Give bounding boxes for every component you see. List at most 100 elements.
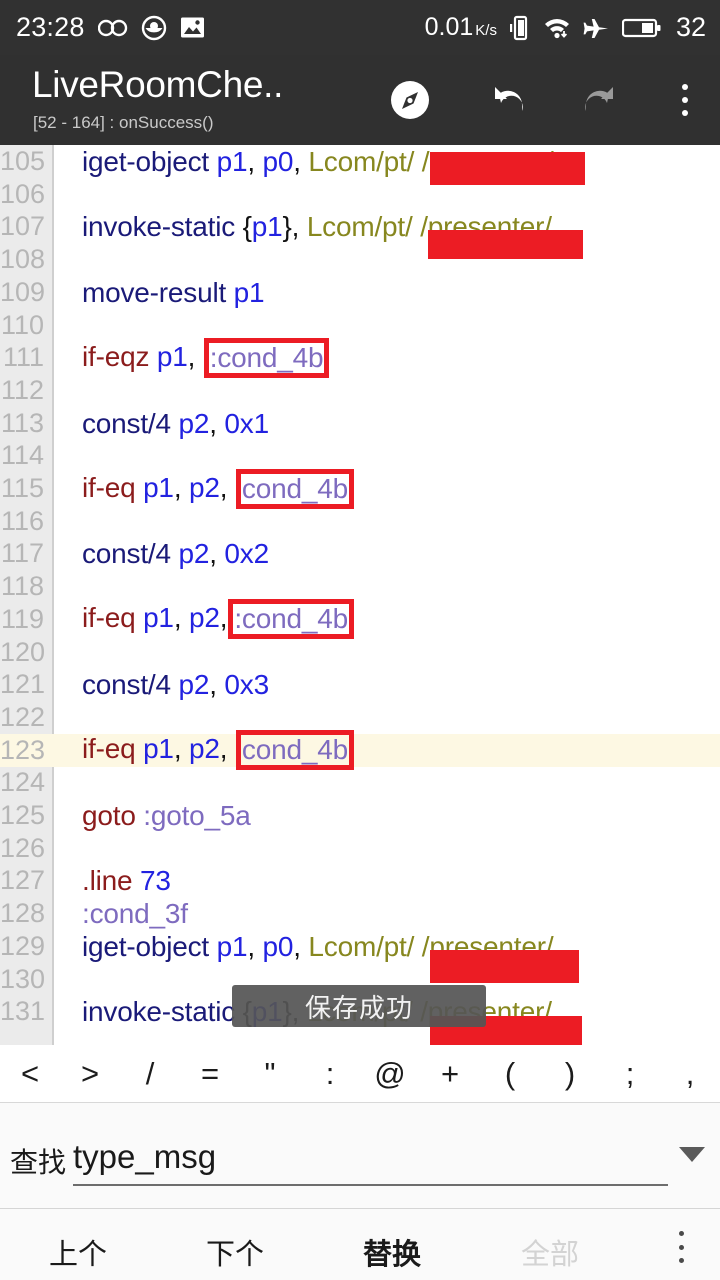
line-number: 118 xyxy=(0,571,44,602)
code-editor[interactable]: 105iget-object p1, p0, Lcom/pt/ /present… xyxy=(0,145,720,1045)
symbol-key[interactable]: / xyxy=(120,1045,180,1102)
search-input[interactable]: type_msg xyxy=(73,1134,668,1186)
code-token: iget-object xyxy=(82,930,217,962)
code-token: p0 xyxy=(262,930,294,962)
find-overflow-menu-icon[interactable] xyxy=(666,1231,696,1263)
navigate-icon[interactable] xyxy=(362,55,458,145)
code-line[interactable]: 128 :cond_3f xyxy=(0,897,720,930)
code-line[interactable]: 126 xyxy=(0,832,720,865)
symbol-key[interactable]: , xyxy=(660,1045,720,1102)
code-line[interactable]: 125 goto :goto_5a xyxy=(0,799,720,832)
code-lines[interactable]: 105iget-object p1, p0, Lcom/pt/ /present… xyxy=(0,145,720,1045)
code-token: , xyxy=(293,146,309,177)
code-token: p1 xyxy=(216,930,248,962)
find-action-bar: 上个 下个 替换 全部 xyxy=(0,1208,720,1280)
code-line[interactable]: 113 const/4 p2, 0x1 xyxy=(0,407,720,440)
find-previous-button[interactable]: 上个 xyxy=(33,1231,123,1273)
symbol-key[interactable]: " xyxy=(240,1045,300,1102)
code-token: p2 xyxy=(178,538,210,570)
code-text: :cond_3f xyxy=(82,897,188,930)
code-line[interactable]: 112 xyxy=(0,374,720,407)
symbol-key[interactable]: ; xyxy=(600,1045,660,1102)
code-token: const/4 xyxy=(82,538,179,570)
gallery-icon xyxy=(180,15,205,40)
code-token: p1 xyxy=(251,211,283,243)
symbol-key[interactable]: < xyxy=(0,1045,60,1102)
code-token: move-result xyxy=(82,276,234,308)
code-line[interactable]: 106 xyxy=(0,178,720,211)
code-token: .line xyxy=(82,865,140,897)
code-line[interactable]: 111 if-eqz p1, :cond_4b xyxy=(0,337,720,378)
symbol-key[interactable]: + xyxy=(420,1045,480,1102)
code-line[interactable]: 105iget-object p1, p0, Lcom/pt/ /present… xyxy=(0,145,720,178)
app-bar: LiveRoomChe.. [52 - 164] : onSuccess() xyxy=(0,55,720,145)
code-token: :cond_3f xyxy=(82,898,188,930)
search-match-highlight: :cond_4b xyxy=(203,337,330,378)
code-token: p1 xyxy=(216,146,248,177)
line-number: 124 xyxy=(0,767,46,798)
code-line[interactable]: 117 const/4 p2, 0x2 xyxy=(0,537,720,570)
vibrate-icon xyxy=(509,15,531,41)
code-token: p1 xyxy=(143,733,174,765)
code-line[interactable]: 110 xyxy=(0,309,720,342)
symbol-key[interactable]: : xyxy=(300,1045,360,1102)
code-token: , xyxy=(173,602,189,634)
code-line[interactable]: 123 if-eq p1, p2, cond_4b xyxy=(0,730,720,771)
code-line[interactable]: 109 move-result p1 xyxy=(0,276,720,309)
code-token: p2 xyxy=(178,407,210,439)
code-token: { xyxy=(242,211,252,243)
code-line[interactable]: 121 const/4 p2, 0x3 xyxy=(0,668,720,701)
code-token: if-eqz xyxy=(82,340,157,372)
code-line[interactable]: 129 iget-object p1, p0, Lcom/pt/ /present… xyxy=(0,930,720,963)
code-token: p0 xyxy=(262,146,294,177)
code-line[interactable]: 122 xyxy=(0,701,720,734)
replace-all-button: 全部 xyxy=(520,1239,579,1271)
code-token: const/4 xyxy=(82,669,179,701)
code-token: , xyxy=(209,669,225,701)
line-number: 121 xyxy=(0,669,46,700)
code-line[interactable]: 108 xyxy=(0,243,720,276)
code-token: , xyxy=(187,340,203,372)
symbol-key[interactable]: @ xyxy=(360,1045,420,1102)
symbol-key[interactable]: > xyxy=(60,1045,120,1102)
page-title: LiveRoomChe.. xyxy=(32,64,284,105)
code-line[interactable]: 124 xyxy=(0,766,720,799)
overflow-menu-icon[interactable] xyxy=(650,55,720,145)
code-line[interactable]: 118 xyxy=(0,570,720,603)
symbol-key[interactable]: ) xyxy=(540,1045,600,1102)
code-text: move-result p1 xyxy=(82,276,265,309)
code-text: if-eq p1, p2, cond_4b xyxy=(82,730,355,771)
code-line[interactable]: 107 invoke-static {p1}, Lcom/pt/ /present… xyxy=(0,210,720,243)
replace-button[interactable]: 替换 xyxy=(347,1231,437,1273)
code-token: iget-object xyxy=(82,146,217,177)
code-line[interactable]: 114 xyxy=(0,439,720,472)
code-token: , xyxy=(209,407,225,439)
code-token: Lcom/pt/ xyxy=(308,930,415,962)
app-root: 23:28 0.01 K/s 32 LiveRoomChe.. [52 - 16… xyxy=(0,0,720,1280)
search-match-highlight: :cond_4b xyxy=(228,599,354,640)
code-line[interactable]: 116 xyxy=(0,505,720,538)
symbol-key[interactable]: ( xyxy=(480,1045,540,1102)
code-token: 73 xyxy=(139,865,171,897)
find-next-button[interactable]: 下个 xyxy=(190,1231,280,1273)
code-line[interactable]: 119 if-eq p1, p2,:cond_4b xyxy=(0,599,720,640)
code-line[interactable]: 120 xyxy=(0,636,720,669)
symbol-toolbar[interactable]: < > / = ": @ +();, xyxy=(0,1045,720,1103)
code-text: const/4 p2, 0x3 xyxy=(82,668,269,701)
line-number: 109 xyxy=(0,276,46,307)
chevron-down-icon[interactable] xyxy=(679,1147,705,1162)
symbol-key[interactable]: = xyxy=(180,1045,240,1102)
toast-message: 保存成功 xyxy=(232,985,486,1027)
code-text: if-eqz p1, :cond_4b xyxy=(82,337,330,378)
line-number: 127 xyxy=(0,865,46,896)
redaction-bar xyxy=(430,950,579,983)
undo-icon[interactable] xyxy=(458,55,554,145)
code-token: 0x1 xyxy=(224,407,269,439)
search-match-highlight: cond_4b xyxy=(235,468,354,509)
line-number: 122 xyxy=(0,701,46,732)
line-number: 128 xyxy=(0,898,46,929)
code-line[interactable]: 127 .line 73 xyxy=(0,864,720,897)
code-token: :goto_5a xyxy=(143,800,251,831)
code-line[interactable]: 115 if-eq p1, p2, cond_4b xyxy=(0,468,720,509)
